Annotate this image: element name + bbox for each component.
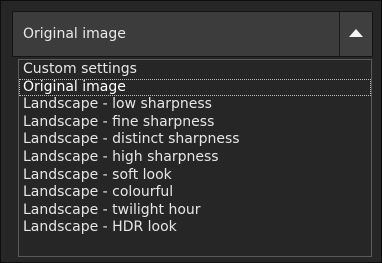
list-item-landscape-colourful[interactable]: Landscape - colourful <box>19 184 371 202</box>
list-item-original-image[interactable]: Original image <box>19 78 371 97</box>
list-item-landscape-twilight-hour[interactable]: Landscape - twilight hour <box>19 202 371 220</box>
dropdown-toggle-button[interactable] <box>340 12 372 56</box>
triangle-up-icon <box>349 29 363 37</box>
list-item-custom-settings[interactable]: Custom settings <box>19 61 371 79</box>
list-item-landscape-soft-look[interactable]: Landscape - soft look <box>19 167 371 185</box>
list-item-landscape-hdr-look[interactable]: Landscape - HDR look <box>19 219 371 237</box>
list-item-landscape-high-sharpness[interactable]: Landscape - high sharpness <box>19 149 371 167</box>
preset-list: Custom settings Original image Landscape… <box>18 59 372 257</box>
preset-select-value: Original image <box>23 26 126 42</box>
preset-select[interactable]: Original image <box>12 11 373 57</box>
list-item-landscape-low-sharpness[interactable]: Landscape - low sharpness <box>19 96 371 114</box>
list-item-landscape-distinct-sharpness[interactable]: Landscape - distinct sharpness <box>19 131 371 149</box>
preset-dropdown-panel: Original image Custom settings Original … <box>0 0 382 263</box>
list-item-landscape-fine-sharpness[interactable]: Landscape - fine sharpness <box>19 114 371 132</box>
